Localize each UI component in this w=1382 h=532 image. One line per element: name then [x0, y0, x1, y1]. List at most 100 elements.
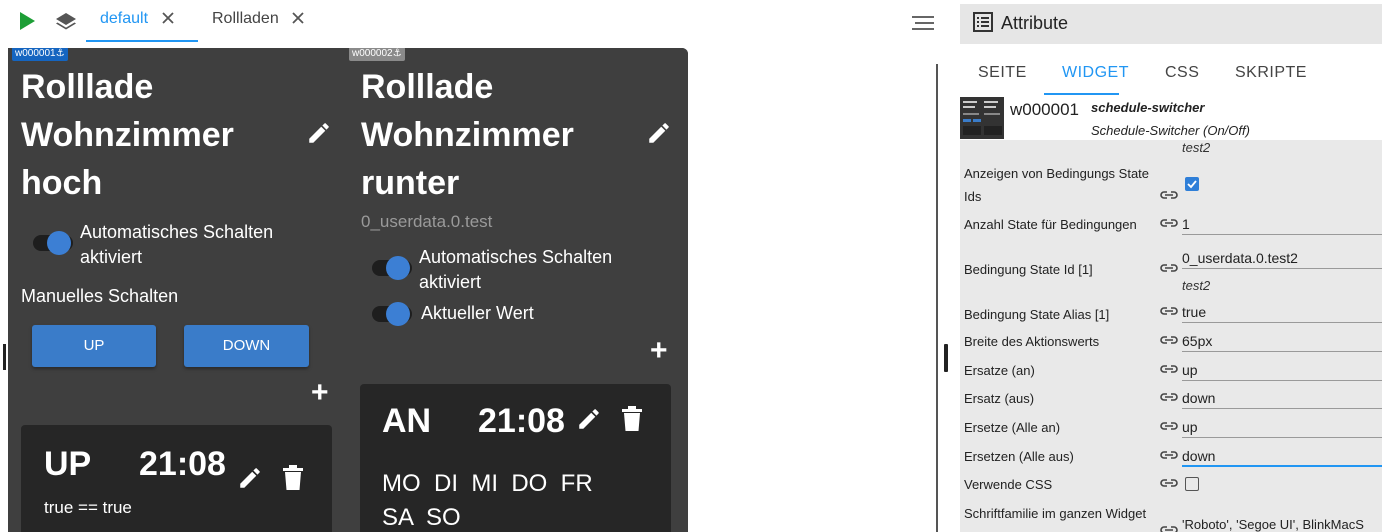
title-line: Rolllade — [361, 68, 494, 106]
attr-label: Ersatz (aus) — [964, 391, 1035, 406]
plus-icon[interactable]: + — [650, 336, 668, 366]
tab-default[interactable]: default — [86, 0, 198, 42]
widget-title: Rolllade Wohnzimmer hoch — [21, 63, 301, 207]
widget-rolllade-runter[interactable]: Rolllade Wohnzimmer runter 0_userdata.0.… — [348, 48, 688, 532]
attribute-list: test2 Anzeigen von Bedingungs State Ids … — [960, 140, 1382, 532]
link-icon[interactable] — [1160, 391, 1178, 403]
panel-header: Attribute — [960, 4, 1382, 44]
replace-off-input[interactable]: down — [1182, 387, 1382, 409]
tab-rollladen[interactable]: Rollladen — [198, 0, 318, 42]
days-line: MO DI MI DO FR — [382, 470, 593, 497]
editor-toolbar: default Rollladen — [0, 0, 940, 42]
resize-handle[interactable] — [3, 344, 6, 370]
widget-title: Rolllade Wohnzimmer runter — [361, 63, 641, 207]
label-line: Automatisches Schalten — [419, 247, 613, 267]
replace-on-input[interactable]: up — [1182, 359, 1382, 381]
font-family-input[interactable]: 'Roboto', 'Segoe UI', BlinkMacS — [1182, 514, 1382, 532]
pencil-icon[interactable] — [646, 120, 672, 146]
down-button[interactable]: DOWN — [184, 325, 309, 367]
widget-thumbnail — [960, 97, 1004, 139]
close-icon[interactable] — [161, 11, 175, 25]
card-condition: true == true — [44, 498, 132, 517]
title-line: Wohnzimmer — [21, 116, 234, 154]
tab-widget[interactable]: WIDGET — [1062, 64, 1129, 82]
label-line: Anzeigen von Bedingungs State — [964, 166, 1150, 181]
tab-label: Rollladen — [212, 10, 279, 27]
attr-row-num-states: Anzahl State für Bedingungen 1 — [960, 213, 1382, 237]
attr-row-action-width: Breite des Aktionswerts 65px — [960, 330, 1382, 354]
attr-label: Anzeigen von Bedingungs State Ids — [964, 162, 1162, 208]
card-time: 21:08 — [478, 402, 565, 440]
schedule-card: UP 21:08 true == true — [21, 425, 332, 532]
card-action: UP — [44, 445, 92, 483]
card-days: MO DI MI DO FR SA SO — [382, 467, 593, 532]
link-icon[interactable] — [1160, 217, 1178, 229]
trash-icon[interactable] — [282, 465, 304, 491]
attr-label: Ersetzen (Alle aus) — [964, 449, 1074, 464]
widget-description: Schedule-Switcher (On/Off) — [1091, 123, 1250, 138]
attr-label: Bedingung State Id [1] — [964, 262, 1093, 277]
cond-alias-input[interactable]: true — [1182, 301, 1382, 323]
link-icon[interactable] — [1160, 524, 1178, 532]
attr-row-font-family: Schriftfamilie im ganzen Widget 'Roboto'… — [960, 502, 1382, 532]
widget-id: w000001 — [1010, 100, 1080, 119]
link-icon[interactable] — [1160, 305, 1178, 317]
attr-row-replace-all-on: Ersetze (Alle an) up — [960, 416, 1382, 440]
replace-all-off-input[interactable]: down — [1182, 445, 1382, 467]
active-tab-indicator — [1044, 93, 1119, 95]
link-icon[interactable] — [1160, 420, 1178, 432]
menu-icon[interactable] — [912, 16, 934, 30]
title-line: Rolllade — [21, 68, 154, 106]
link-icon[interactable] — [1160, 262, 1178, 274]
tab-seite[interactable]: SEITE — [978, 64, 1027, 82]
tab-css[interactable]: CSS — [1165, 64, 1199, 82]
show-cond-checkbox[interactable] — [1185, 177, 1199, 191]
attr-row-show-cond-ids: Anzeigen von Bedingungs State Ids — [960, 162, 1382, 208]
auto-switch-toggle[interactable] — [33, 231, 73, 255]
schedule-card: AN 21:08 MO DI MI DO FR SA SO — [360, 384, 671, 532]
action-width-input[interactable]: 65px — [1182, 330, 1382, 352]
play-icon[interactable] — [20, 12, 35, 30]
replace-all-on-input[interactable]: up — [1182, 416, 1382, 438]
auto-switch-label: Automatisches Schalten aktiviert — [80, 220, 273, 270]
pencil-icon[interactable] — [306, 120, 332, 146]
resize-handle[interactable] — [944, 344, 948, 372]
current-value-toggle[interactable] — [372, 302, 412, 326]
label-line: aktiviert — [80, 247, 143, 267]
trash-icon[interactable] — [621, 406, 643, 432]
link-icon[interactable] — [1160, 477, 1178, 489]
auto-switch-toggle[interactable] — [372, 256, 412, 280]
up-button[interactable]: UP — [32, 325, 156, 367]
attr-label: Anzahl State für Bedingungen — [964, 217, 1137, 232]
attr-label: Schriftfamilie im ganzen Widget — [964, 506, 1147, 521]
attr-label: Ersatze (an) — [964, 363, 1035, 378]
field-hint: test2 — [1182, 278, 1211, 293]
attr-label: Ersetze (Alle an) — [964, 420, 1061, 435]
num-states-input[interactable]: 1 — [1182, 213, 1382, 235]
link-icon[interactable] — [1160, 449, 1178, 461]
widget-type: schedule-switcher — [1091, 100, 1205, 115]
title-line: runter — [361, 164, 460, 202]
attr-row-cond-id: Bedingung State Id [1] 0_userdata.0.test… — [960, 247, 1382, 295]
close-icon[interactable] — [291, 11, 305, 25]
link-icon[interactable] — [1160, 334, 1178, 346]
attributes-panel: Attribute SEITE WIDGET CSS SKRIPTE w0000… — [960, 0, 1382, 532]
label-line: Ids — [964, 189, 982, 204]
link-icon[interactable] — [1160, 189, 1178, 201]
editor-canvas: Rolllade Wohnzimmer hoch Automatisches S… — [8, 48, 688, 532]
widget-subtitle: 0_userdata.0.test — [361, 212, 493, 231]
panel-title: Attribute — [1001, 13, 1069, 33]
use-css-checkbox[interactable] — [1185, 477, 1199, 491]
label-line: Automatisches Schalten — [80, 222, 274, 242]
attributes-icon — [973, 12, 993, 32]
title-line: hoch — [21, 164, 103, 202]
widget-rolllade-hoch[interactable]: Rolllade Wohnzimmer hoch Automatisches S… — [8, 48, 348, 532]
tab-skripte[interactable]: SKRIPTE — [1235, 64, 1307, 82]
layers-icon[interactable] — [54, 10, 78, 34]
plus-icon[interactable]: + — [311, 378, 329, 408]
link-icon[interactable] — [1160, 363, 1178, 375]
pencil-icon[interactable] — [576, 406, 602, 432]
pencil-icon[interactable] — [237, 465, 263, 491]
attr-row-cond-alias: Bedingung State Alias [1] true — [960, 301, 1382, 325]
cond-id-input[interactable]: 0_userdata.0.test2 — [1182, 247, 1382, 269]
